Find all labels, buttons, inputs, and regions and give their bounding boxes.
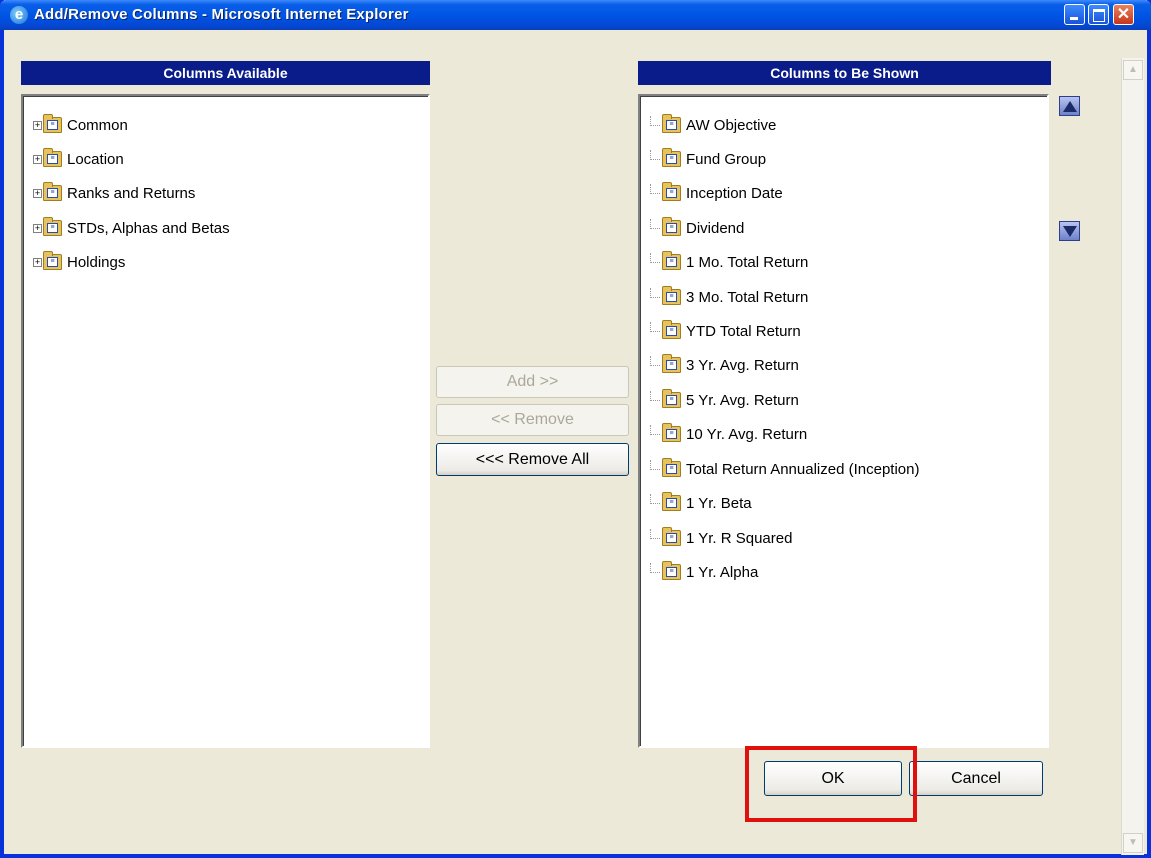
expand-plus-icon[interactable]: + [33, 154, 42, 164]
expand-plus-icon[interactable]: + [33, 223, 42, 233]
list-item[interactable]: ≡ 5 Yr. Avg. Return [650, 389, 799, 411]
tree-item-ranks-and-returns[interactable]: + ≡ Ranks and Returns [33, 182, 195, 204]
maximize-button[interactable] [1088, 4, 1109, 25]
columns-available-list[interactable]: + ≡ Common + ≡ Location + ≡ Ranks and Re… [21, 94, 430, 748]
close-button[interactable]: ✕ [1113, 4, 1134, 25]
list-item[interactable]: ≡ Dividend [650, 217, 744, 239]
columns-available-header: Columns Available [21, 61, 430, 85]
remove-button[interactable]: << Remove [436, 404, 629, 436]
move-up-icon[interactable] [1059, 96, 1080, 116]
highlight-annotation [745, 746, 917, 822]
folder-icon: ≡ [662, 320, 681, 339]
add-button[interactable]: Add >> [436, 366, 629, 398]
folder-icon: ≡ [662, 423, 681, 442]
list-item[interactable]: ≡ Total Return Annualized (Inception) [650, 458, 919, 480]
list-item[interactable]: ≡ Inception Date [650, 182, 783, 204]
folder-icon: ≡ [662, 286, 681, 305]
expand-plus-icon[interactable]: + [33, 257, 42, 267]
folder-icon: ≡ [662, 458, 681, 477]
vertical-scrollbar[interactable]: ▲ ▼ [1121, 58, 1144, 855]
tree-item-stds-alphas-betas[interactable]: + ≡ STDs, Alphas and Betas [33, 217, 230, 239]
columns-shown-list[interactable]: ≡ AW Objective ≡ Fund Group ≡ Inception Dat… [638, 94, 1049, 748]
tree-item-label: STDs, Alphas and Betas [67, 219, 230, 237]
list-item[interactable]: ≡ 1 Yr. Beta [650, 492, 752, 514]
expand-plus-icon[interactable]: + [33, 120, 42, 130]
folder-icon: ≡ [43, 217, 62, 236]
list-item[interactable]: ≡ 3 Mo. Total Return [650, 286, 808, 308]
folder-icon: ≡ [662, 389, 681, 408]
folder-icon: ≡ [43, 251, 62, 270]
tree-item-label: Common [67, 116, 128, 134]
scroll-down-icon[interactable]: ▼ [1123, 833, 1143, 853]
remove-all-button[interactable]: <<< Remove All [436, 443, 629, 476]
folder-icon: ≡ [662, 114, 681, 133]
tree-item-label: Ranks and Returns [67, 184, 196, 202]
close-icon: ✕ [1116, 6, 1131, 23]
folder-icon: ≡ [662, 251, 681, 270]
folder-icon: ≡ [662, 561, 681, 580]
list-item[interactable]: ≡ 3 Yr. Avg. Return [650, 354, 799, 376]
ie-logo-icon: e [10, 6, 28, 24]
cancel-button[interactable]: Cancel [909, 761, 1043, 796]
folder-icon: ≡ [43, 182, 62, 201]
tree-item-label: Location [67, 150, 124, 168]
tree-item-holdings[interactable]: + ≡ Holdings [33, 251, 125, 273]
folder-icon: ≡ [662, 182, 681, 201]
scroll-up-icon[interactable]: ▲ [1123, 60, 1143, 80]
list-item[interactable]: ≡ 1 Yr. Alpha [650, 561, 758, 583]
minimize-button[interactable] [1064, 4, 1085, 25]
title-bar: e Add/Remove Columns - Microsoft Interne… [0, 0, 1151, 30]
tree-item-location[interactable]: + ≡ Location [33, 148, 124, 170]
folder-icon: ≡ [43, 148, 62, 167]
move-down-icon[interactable] [1059, 221, 1080, 241]
columns-shown-header: Columns to Be Shown [638, 61, 1051, 85]
list-item[interactable]: ≡ 1 Yr. R Squared [650, 527, 792, 549]
folder-icon: ≡ [662, 492, 681, 511]
list-item[interactable]: ≡ Fund Group [650, 148, 766, 170]
list-item[interactable]: ≡ YTD Total Return [650, 320, 801, 342]
folder-icon: ≡ [43, 114, 62, 133]
tree-item-common[interactable]: + ≡ Common [33, 114, 128, 136]
tree-item-label: Holdings [67, 253, 126, 271]
folder-icon: ≡ [662, 217, 681, 236]
window-title: Add/Remove Columns - Microsoft Internet … [34, 6, 409, 23]
folder-icon: ≡ [662, 148, 681, 167]
list-item[interactable]: ≡ 10 Yr. Avg. Return [650, 423, 807, 445]
list-item[interactable]: ≡ 1 Mo. Total Return [650, 251, 808, 273]
expand-plus-icon[interactable]: + [33, 188, 42, 198]
folder-icon: ≡ [662, 527, 681, 546]
folder-icon: ≡ [662, 354, 681, 373]
list-item[interactable]: ≡ AW Objective [650, 114, 776, 136]
